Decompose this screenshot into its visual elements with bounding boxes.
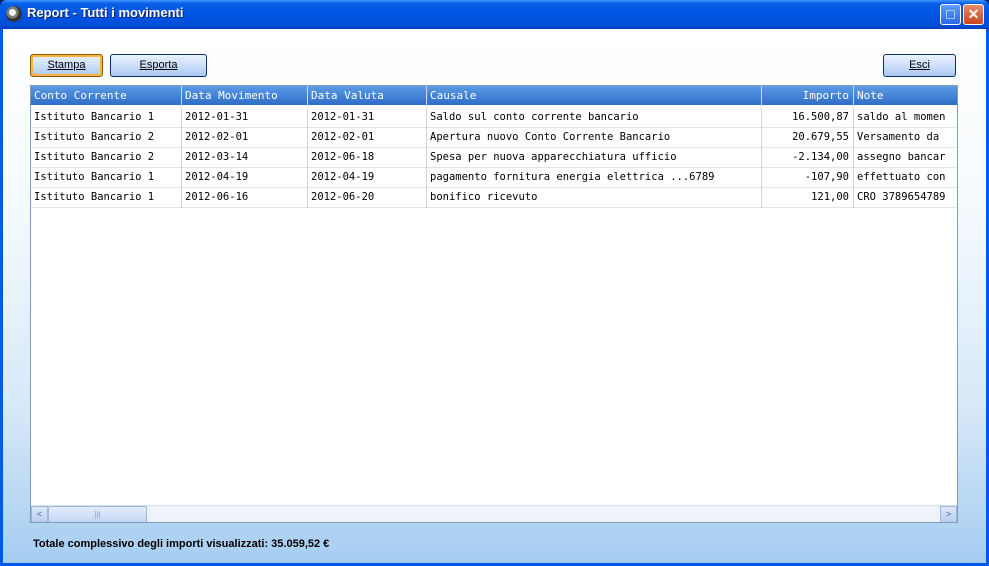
- cell-causale: Spesa per nuova apparecchiatura ufficio: [427, 148, 762, 168]
- cell-conto-corrente: Istituto Bancario 1: [31, 108, 182, 128]
- cell-importo: 20.679,55: [762, 128, 854, 148]
- scroll-thumb[interactable]: |||: [48, 506, 147, 522]
- print-button[interactable]: Stampa: [30, 54, 103, 77]
- header-col-conto-corrente[interactable]: Conto Corrente: [31, 86, 182, 105]
- chevron-left-icon: <: [36, 509, 43, 519]
- client-area: Stampa Esporta Esci Conto Corrente Data M…: [3, 29, 986, 563]
- total-summary: Totale complessivo degli importi visuali…: [33, 538, 330, 550]
- header-col-data-valuta[interactable]: Data Valuta: [308, 86, 427, 105]
- cell-data-valuta: 2012-01-31: [308, 108, 427, 128]
- cell-note: Versamento da: [854, 128, 957, 148]
- cell-data-movimento: 2012-02-01: [182, 128, 308, 148]
- cell-conto-corrente: Istituto Bancario 1: [31, 188, 182, 208]
- table-row[interactable]: Istituto Bancario 1 2012-06-16 2012-06-20 b…: [31, 188, 957, 208]
- gear-disc-icon[interactable]: [6, 6, 22, 22]
- table-row[interactable]: Istituto Bancario 1 2012-01-31 2012-01-31 S…: [31, 108, 957, 128]
- cell-note: effettuato con: [854, 168, 957, 188]
- header-col-note[interactable]: Note: [854, 86, 957, 105]
- scroll-left-button[interactable]: <: [31, 506, 48, 522]
- cell-data-valuta: 2012-06-18: [308, 148, 427, 168]
- cell-causale: pagamento fornitura energia elettrica ..…: [427, 168, 762, 188]
- cell-data-valuta: 2012-06-20: [308, 188, 427, 208]
- table-row[interactable]: Istituto Bancario 2 2012-03-14 2012-06-18 S…: [31, 148, 957, 168]
- horizontal-scrollbar[interactable]: < ||| >: [31, 505, 957, 522]
- table-row[interactable]: Istituto Bancario 1 2012-04-19 2012-04-19 p…: [31, 168, 957, 188]
- scroll-right-button[interactable]: >: [940, 506, 957, 522]
- title-bar[interactable]: Report - Tutti i movimenti □ ✕: [0, 0, 989, 29]
- cell-data-valuta: 2012-04-19: [308, 168, 427, 188]
- cell-note: CRO 3789654789: [854, 188, 957, 208]
- chevron-right-icon: >: [945, 509, 952, 519]
- cell-importo: -107,90: [762, 168, 854, 188]
- cell-note: saldo al momen: [854, 108, 957, 128]
- cell-conto-corrente: Istituto Bancario 1: [31, 168, 182, 188]
- cell-importo: -2.134,00: [762, 148, 854, 168]
- cell-note: assegno bancar: [854, 148, 957, 168]
- grip-icon: |||: [94, 510, 101, 519]
- close-button[interactable]: ✕: [963, 4, 984, 25]
- maximize-icon: □: [946, 6, 955, 22]
- header-col-causale[interactable]: Causale: [427, 86, 762, 105]
- header-col-data-movimento[interactable]: Data Movimento: [182, 86, 308, 105]
- window-title: Report - Tutti i movimenti: [27, 5, 184, 20]
- app-window: Report - Tutti i movimenti □ ✕ Stampa Es…: [0, 0, 989, 566]
- cell-data-movimento: 2012-06-16: [182, 188, 308, 208]
- cell-importo: 16.500,87: [762, 108, 854, 128]
- movements-table[interactable]: Conto Corrente Data Movimento Data Valuta C…: [30, 85, 958, 523]
- close-icon: ✕: [967, 6, 980, 22]
- table-row[interactable]: Istituto Bancario 2 2012-02-01 2012-02-01 A…: [31, 128, 957, 148]
- cell-data-movimento: 2012-01-31: [182, 108, 308, 128]
- cell-conto-corrente: Istituto Bancario 2: [31, 148, 182, 168]
- table-header: Conto Corrente Data Movimento Data Valuta C…: [31, 86, 957, 105]
- cell-data-valuta: 2012-02-01: [308, 128, 427, 148]
- exit-button[interactable]: Esci: [883, 54, 956, 77]
- maximize-button[interactable]: □: [940, 4, 961, 25]
- cell-importo: 121,00: [762, 188, 854, 208]
- cell-conto-corrente: Istituto Bancario 2: [31, 128, 182, 148]
- cell-data-movimento: 2012-03-14: [182, 148, 308, 168]
- export-button[interactable]: Esporta: [110, 54, 207, 77]
- cell-causale: Saldo sul conto corrente bancario: [427, 108, 762, 128]
- header-col-importo[interactable]: Importo: [762, 86, 854, 105]
- cell-data-movimento: 2012-04-19: [182, 168, 308, 188]
- cell-causale: Apertura nuovo Conto Corrente Bancario: [427, 128, 762, 148]
- cell-causale: bonifico ricevuto: [427, 188, 762, 208]
